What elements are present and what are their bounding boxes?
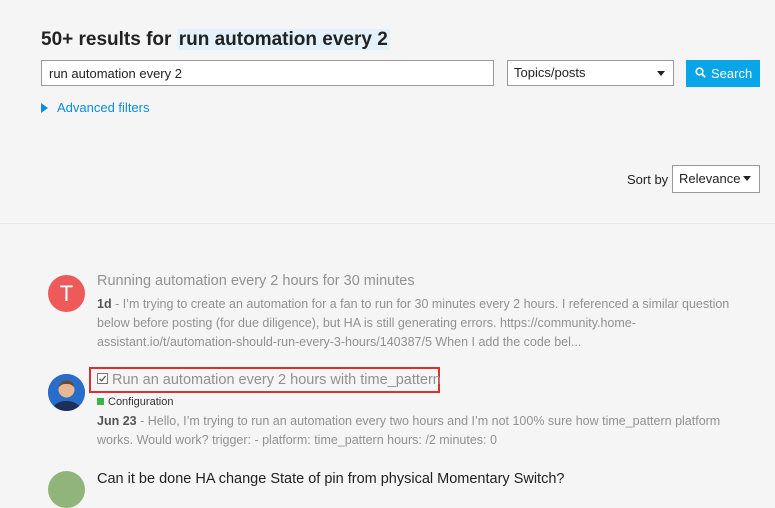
category-badge[interactable]: Configuration: [97, 396, 173, 408]
category-label: Configuration: [108, 396, 174, 408]
solved-check-icon: [97, 373, 108, 384]
user-photo-icon: [48, 374, 85, 411]
result-blurb: Jun 23 - Hello, I’m trying to run an aut…: [97, 412, 752, 450]
result-snippet: - Hello, I’m trying to run an automation…: [97, 414, 721, 447]
search-input[interactable]: [41, 60, 494, 86]
result-title-link[interactable]: Can it be done HA change State of pin fr…: [97, 471, 564, 487]
sort-value: Relevance: [679, 171, 741, 186]
caret-right-icon: [41, 102, 48, 113]
result-title-row: Run an automation every 2 hours with tim…: [97, 372, 441, 388]
avatar[interactable]: T: [48, 275, 85, 312]
search-button[interactable]: Search: [686, 60, 760, 87]
chevron-down-icon: [657, 71, 665, 76]
results-title: 50+ results for run automation every 2: [41, 29, 390, 51]
advanced-filters-toggle[interactable]: Advanced filters: [41, 100, 150, 115]
search-type-value: Topics/posts: [514, 65, 586, 80]
result-date: Jun 23: [97, 414, 137, 428]
avatar[interactable]: [48, 374, 85, 411]
search-type-select[interactable]: Topics/posts: [507, 60, 674, 86]
result-date: 1d: [97, 297, 112, 311]
category-color-icon: [97, 397, 104, 405]
sort-select[interactable]: Relevance: [672, 165, 760, 193]
search-button-label: Search: [711, 66, 753, 81]
chevron-down-icon: [743, 176, 751, 181]
result-title-link[interactable]: Running automation every 2 hours for 30 …: [97, 273, 415, 289]
avatar[interactable]: [48, 471, 85, 508]
result-snippet: - I’m trying to create an automation for…: [97, 297, 730, 349]
search-header: 50+ results for run automation every 2 T…: [0, 0, 775, 224]
avatar-letter: T: [59, 281, 74, 306]
search-icon: [695, 60, 706, 87]
result-blurb: 1d - I’m trying to create an automation …: [97, 295, 752, 352]
advanced-filters-label: Advanced filters: [57, 100, 150, 115]
query-highlight: run automation every 2: [176, 29, 390, 50]
result-title-link[interactable]: Run an automation every 2 hours with tim…: [112, 372, 441, 388]
results-count-label: 50+ results for: [41, 29, 172, 50]
sort-label: Sort by: [627, 172, 669, 187]
